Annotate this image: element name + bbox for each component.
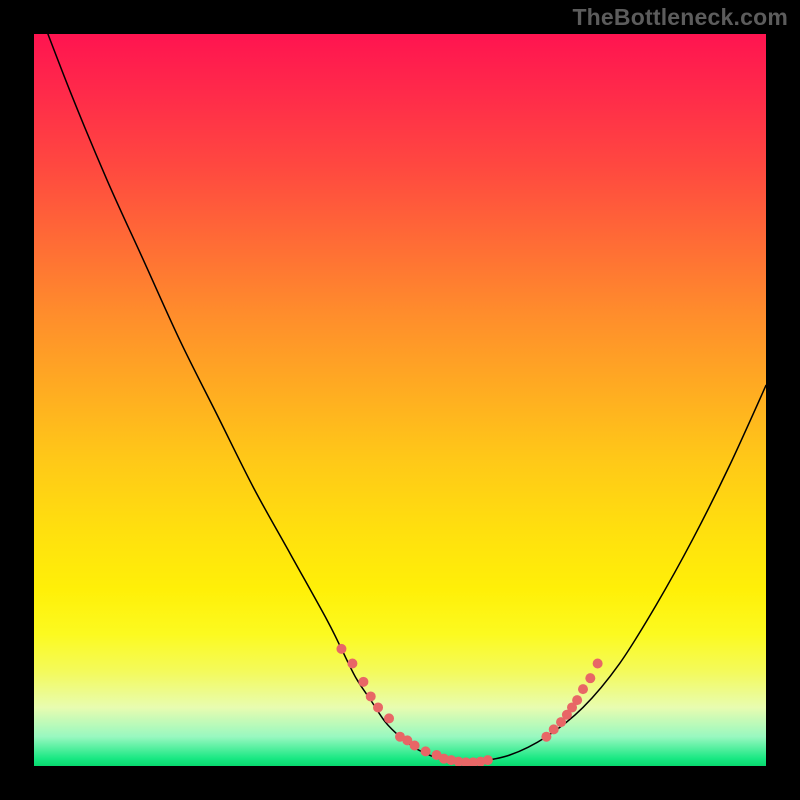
chart-frame: TheBottleneck.com (0, 0, 800, 800)
highlight-dot (549, 724, 559, 734)
highlight-dot (572, 695, 582, 705)
highlight-dot (593, 659, 603, 669)
highlight-dot (585, 673, 595, 683)
dots-layer (336, 644, 602, 766)
curve-layer (34, 34, 766, 763)
chart-svg (34, 34, 766, 766)
highlight-dot (578, 684, 588, 694)
highlight-dot (347, 659, 357, 669)
highlight-dot (373, 702, 383, 712)
plot-area (34, 34, 766, 766)
watermark-text: TheBottleneck.com (572, 4, 788, 31)
bottleneck-curve-path (34, 34, 766, 763)
highlight-dot (384, 713, 394, 723)
highlight-dot (541, 732, 551, 742)
highlight-dot (483, 755, 493, 765)
highlight-dot (336, 644, 346, 654)
highlight-dot (358, 677, 368, 687)
highlight-dot (410, 741, 420, 751)
highlight-dot (366, 691, 376, 701)
highlight-dot (421, 746, 431, 756)
